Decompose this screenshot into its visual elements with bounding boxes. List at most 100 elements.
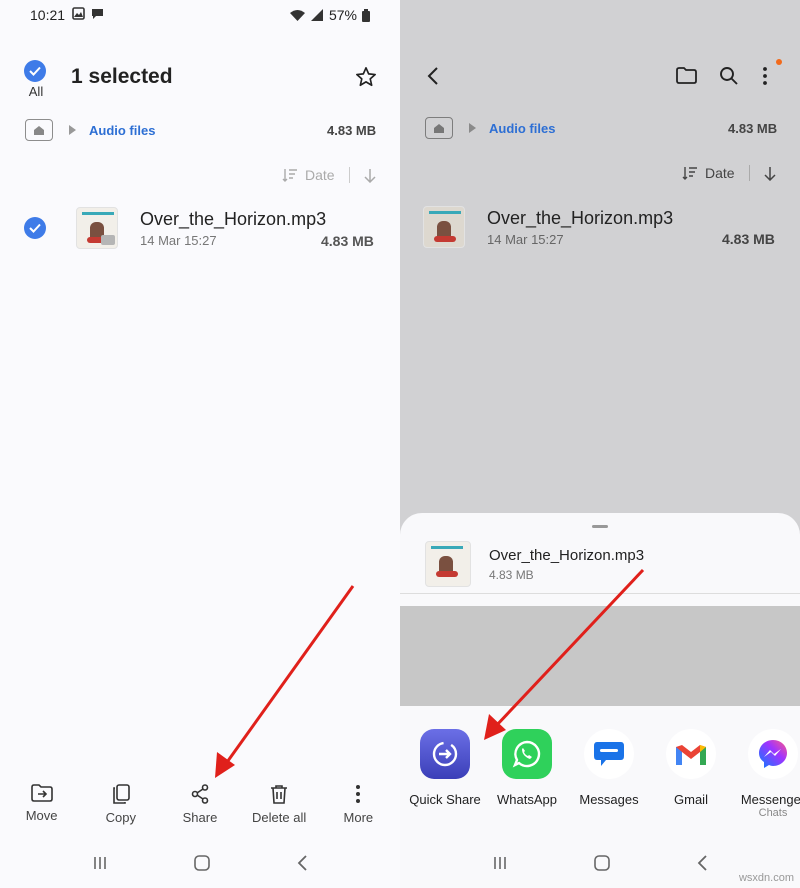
gmail-label: Gmail: [674, 792, 708, 807]
bottom-action-bar: Move Copy Share Delete all More: [0, 784, 400, 825]
share-button[interactable]: Share: [161, 784, 239, 825]
move-icon: [30, 784, 53, 802]
delete-all-label: Delete all: [252, 810, 307, 825]
favorite-star-icon[interactable]: [355, 66, 377, 93]
notification-icons: [72, 7, 104, 20]
move-button[interactable]: Move: [3, 784, 81, 825]
share-label: Share: [182, 810, 218, 825]
breadcrumb-chevron-icon: [469, 123, 476, 133]
breadcrumb: Audio files: [25, 119, 155, 141]
more-label: More: [343, 810, 374, 825]
sheet-divider: [400, 593, 800, 594]
system-navigation-bar: [0, 846, 400, 880]
messenger-label: Messenger: [740, 792, 800, 807]
home-icon[interactable]: [193, 854, 211, 872]
sort-direction-icon[interactable]: [764, 166, 776, 181]
whatsapp-label: WhatsApp: [497, 792, 557, 807]
copy-icon: [112, 784, 130, 804]
delete-all-button[interactable]: Delete all: [240, 784, 318, 825]
wifi-icon: [289, 9, 305, 21]
notification-dot: [776, 59, 782, 65]
back-icon[interactable]: [296, 854, 308, 872]
folder-icon[interactable]: [676, 67, 697, 84]
signal-icon: [310, 9, 323, 21]
move-label: Move: [25, 808, 58, 823]
share-sheet-screen: Audio files 4.83 MB Date Over_the_Horizo…: [400, 0, 800, 888]
shared-file-name: Over_the_Horizon.mp3: [489, 546, 645, 564]
share-app-list: Quick Share WhatsApp Messages Gmail Mess…: [409, 729, 800, 819]
copy-button[interactable]: Copy: [82, 784, 160, 825]
copy-label: Copy: [105, 810, 136, 825]
search-icon[interactable]: [719, 66, 738, 85]
select-all-label: All: [28, 84, 44, 99]
shared-file-thumbnail: [425, 541, 471, 587]
sort-divider: [348, 167, 350, 183]
selection-count-title: 1 selected: [71, 65, 173, 88]
shared-file-size: 4.83 MB: [489, 567, 534, 582]
sort-divider: [748, 165, 750, 181]
suggestions-placeholder: [400, 606, 800, 706]
file-date: 14 Mar 15:27: [487, 231, 564, 247]
play-badge-icon: [101, 235, 115, 245]
back-icon[interactable]: [696, 854, 708, 872]
share-app-messenger[interactable]: Messenger Chats: [738, 729, 800, 819]
breadcrumb-folder[interactable]: Audio files: [89, 123, 155, 138]
album-art-thumbnail: [423, 206, 465, 248]
sort-control[interactable]: Date: [682, 165, 776, 181]
quick-share-icon: [420, 729, 470, 779]
folder-size: 4.83 MB: [327, 123, 377, 138]
sort-control[interactable]: Date: [282, 167, 376, 183]
file-date: 14 Mar 15:27: [140, 232, 217, 248]
status-right: 57%: [289, 7, 370, 23]
messenger-sub-label: Chats: [758, 807, 788, 819]
select-all-checkbox[interactable]: All: [24, 60, 48, 99]
home-folder-icon[interactable]: [425, 117, 453, 139]
messages-icon: [584, 729, 634, 779]
status-bar: 10:21 57%: [0, 0, 400, 30]
file-selection-screen: 10:21 57% All 1 selected Audio files 4.8…: [0, 0, 400, 888]
breadcrumb-chevron-icon: [69, 125, 76, 135]
folder-size: 4.83 MB: [728, 121, 778, 136]
top-app-bar: [400, 59, 800, 90]
sort-label: Date: [705, 165, 735, 181]
watermark: wsxdn.com: [738, 872, 794, 884]
share-app-gmail[interactable]: Gmail: [656, 729, 726, 819]
recent-apps-icon[interactable]: [492, 855, 508, 871]
sheet-drag-handle[interactable]: [592, 525, 608, 528]
breadcrumb: Audio files: [425, 117, 555, 139]
more-options-icon[interactable]: [762, 66, 768, 86]
share-icon: [191, 784, 209, 804]
file-row[interactable]: Over_the_Horizon.mp3 14 Mar 15:27: [76, 207, 326, 249]
gmail-icon: [666, 729, 716, 779]
share-sheet: Over_the_Horizon.mp3 4.83 MB Quick Share…: [400, 513, 800, 888]
back-arrow-icon[interactable]: [427, 66, 439, 86]
status-time: 10:21: [30, 7, 66, 23]
sort-label: Date: [305, 167, 335, 183]
file-name: Over_the_Horizon.mp3: [140, 208, 327, 229]
messages-label: Messages: [579, 792, 639, 807]
more-icon: [356, 785, 361, 803]
share-app-quick-share[interactable]: Quick Share: [409, 729, 481, 819]
more-button[interactable]: More: [319, 784, 397, 825]
battery-icon: [362, 8, 370, 22]
message-notification-icon: [92, 9, 103, 19]
gallery-notification-icon: [72, 7, 85, 20]
home-icon[interactable]: [593, 854, 611, 872]
sort-icon: [282, 169, 297, 182]
file-row[interactable]: Over_the_Horizon.mp3 14 Mar 15:27: [423, 206, 673, 248]
file-name: Over_the_Horizon.mp3: [487, 207, 674, 228]
sort-direction-icon[interactable]: [364, 168, 376, 183]
select-all-check-icon: [24, 60, 46, 82]
battery-percentage: 57%: [328, 7, 357, 23]
share-app-messages[interactable]: Messages: [574, 729, 644, 819]
recent-apps-icon[interactable]: [92, 855, 108, 871]
breadcrumb-folder[interactable]: Audio files: [489, 121, 555, 136]
quick-share-label: Quick Share: [409, 792, 481, 807]
file-checkbox[interactable]: [24, 217, 46, 239]
share-app-whatsapp[interactable]: WhatsApp: [492, 729, 562, 819]
shared-file-preview: Over_the_Horizon.mp3 4.83 MB: [425, 541, 644, 587]
messenger-icon: [748, 729, 798, 779]
home-folder-icon[interactable]: [25, 119, 53, 141]
trash-icon: [271, 785, 288, 804]
album-art-thumbnail: [76, 207, 118, 249]
